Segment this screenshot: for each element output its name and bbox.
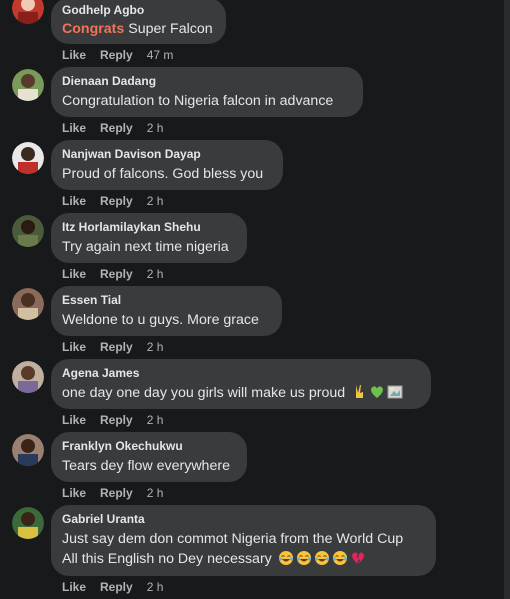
comments-panel: Godhelp Agbo Congrats Super Falcon Like R… (0, 0, 510, 599)
comment-author[interactable]: Dienaan Dadang (62, 74, 156, 88)
comment-time[interactable]: 2 h (147, 194, 164, 208)
comment-author[interactable]: Nanjwan Davison Dayap (62, 147, 201, 161)
comment-text: Just say dem don commot Nigeria from the… (62, 531, 404, 547)
comment-text: Congrats Super Falcon (62, 19, 213, 39)
comment-bubble: Nanjwan Davison Dayap Proud of falcons. … (51, 140, 283, 190)
victory-hand-icon (351, 384, 367, 406)
tears-of-joy-icon (278, 550, 294, 572)
comment-time[interactable]: 2 h (147, 580, 164, 594)
comment-text-line-2: All this English no Dey necessary (62, 549, 366, 572)
comment-bubble: Godhelp Agbo Congrats Super Falcon (51, 0, 226, 44)
tears-of-joy-icon (332, 550, 348, 572)
avatar[interactable] (12, 215, 44, 247)
comment-body: Super Falcon (128, 21, 213, 37)
like-button[interactable]: Like (62, 580, 86, 594)
comment-author[interactable]: Agena James (62, 366, 139, 380)
mention-tag[interactable]: Congrats (62, 21, 124, 37)
scrollbar-track[interactable] (504, 0, 510, 599)
tears-of-joy-icon (314, 550, 330, 572)
comment-time[interactable]: 2 h (147, 413, 164, 427)
comment-time[interactable]: 2 h (147, 486, 164, 500)
reply-button[interactable]: Reply (100, 340, 133, 354)
reply-button[interactable]: Reply (100, 121, 133, 135)
comment-text: Weldone to u guys. More grace (62, 312, 259, 328)
comment-actions: Like Reply 47 m (62, 48, 173, 62)
comment-bubble: Dienaan Dadang Congratulation to Nigeria… (51, 67, 363, 117)
comment-bubble: Franklyn Okechukwu Tears dey flow everyw… (51, 432, 247, 482)
comment-text: Congratulation to Nigeria falcon in adva… (62, 93, 334, 109)
comment-author[interactable]: Godhelp Agbo (62, 3, 144, 17)
avatar[interactable] (12, 507, 44, 539)
like-button[interactable]: Like (62, 48, 86, 62)
comment-text: Tears dey flow everywhere (62, 458, 230, 474)
avatar[interactable] (12, 434, 44, 466)
comment-time[interactable]: 2 h (147, 340, 164, 354)
like-button[interactable]: Like (62, 486, 86, 500)
comment-author[interactable]: Gabriel Uranta (62, 512, 145, 526)
reply-button[interactable]: Reply (100, 267, 133, 281)
comment-author[interactable]: Franklyn Okechukwu (62, 439, 183, 453)
comment-actions: Like Reply 2 h (62, 486, 163, 500)
comment-author[interactable]: Itz Horlamilaykan Shehu (62, 220, 201, 234)
reply-button[interactable]: Reply (100, 194, 133, 208)
comment-text: one day one day you girls will make us p… (62, 383, 403, 406)
comment-text: Proud of falcons. God bless you (62, 166, 264, 182)
like-button[interactable]: Like (62, 194, 86, 208)
avatar[interactable] (12, 69, 44, 101)
like-button[interactable]: Like (62, 413, 86, 427)
avatar[interactable] (12, 361, 44, 393)
avatar[interactable] (12, 0, 44, 24)
reply-button[interactable]: Reply (100, 580, 133, 594)
like-button[interactable]: Like (62, 121, 86, 135)
avatar[interactable] (12, 288, 44, 320)
avatar[interactable] (12, 142, 44, 174)
broken-heart-icon (350, 550, 366, 572)
comment-actions: Like Reply 2 h (62, 340, 163, 354)
comment-actions: Like Reply 2 h (62, 413, 163, 427)
like-button[interactable]: Like (62, 340, 86, 354)
comment-bubble: Itz Horlamilaykan Shehu Try again next t… (51, 213, 247, 263)
like-button[interactable]: Like (62, 267, 86, 281)
comment-body: one day one day you girls will make us p… (62, 385, 346, 401)
comment-actions: Like Reply 2 h (62, 121, 163, 135)
reply-button[interactable]: Reply (100, 413, 133, 427)
tears-of-joy-icon (296, 550, 312, 572)
comment-time[interactable]: 47 m (147, 48, 174, 62)
comment-body: All this English no Dey necessary (62, 551, 272, 567)
reply-button[interactable]: Reply (100, 48, 133, 62)
comment-text: Try again next time nigeria (62, 239, 229, 255)
green-heart-icon (369, 384, 385, 406)
comment-actions: Like Reply 2 h (62, 194, 163, 208)
comment-actions: Like Reply 2 h (62, 267, 163, 281)
comment-bubble: Gabriel Uranta Just say dem don commot N… (51, 505, 436, 576)
comment-author[interactable]: Essen Tial (62, 293, 121, 307)
comment-time[interactable]: 2 h (147, 267, 164, 281)
comment-time[interactable]: 2 h (147, 121, 164, 135)
reply-button[interactable]: Reply (100, 486, 133, 500)
broken-image-icon (387, 384, 403, 406)
comment-bubble: Essen Tial Weldone to u guys. More grace (51, 286, 282, 336)
comment-bubble: Agena James one day one day you girls wi… (51, 359, 431, 409)
comment-actions: Like Reply 2 h (62, 580, 163, 594)
